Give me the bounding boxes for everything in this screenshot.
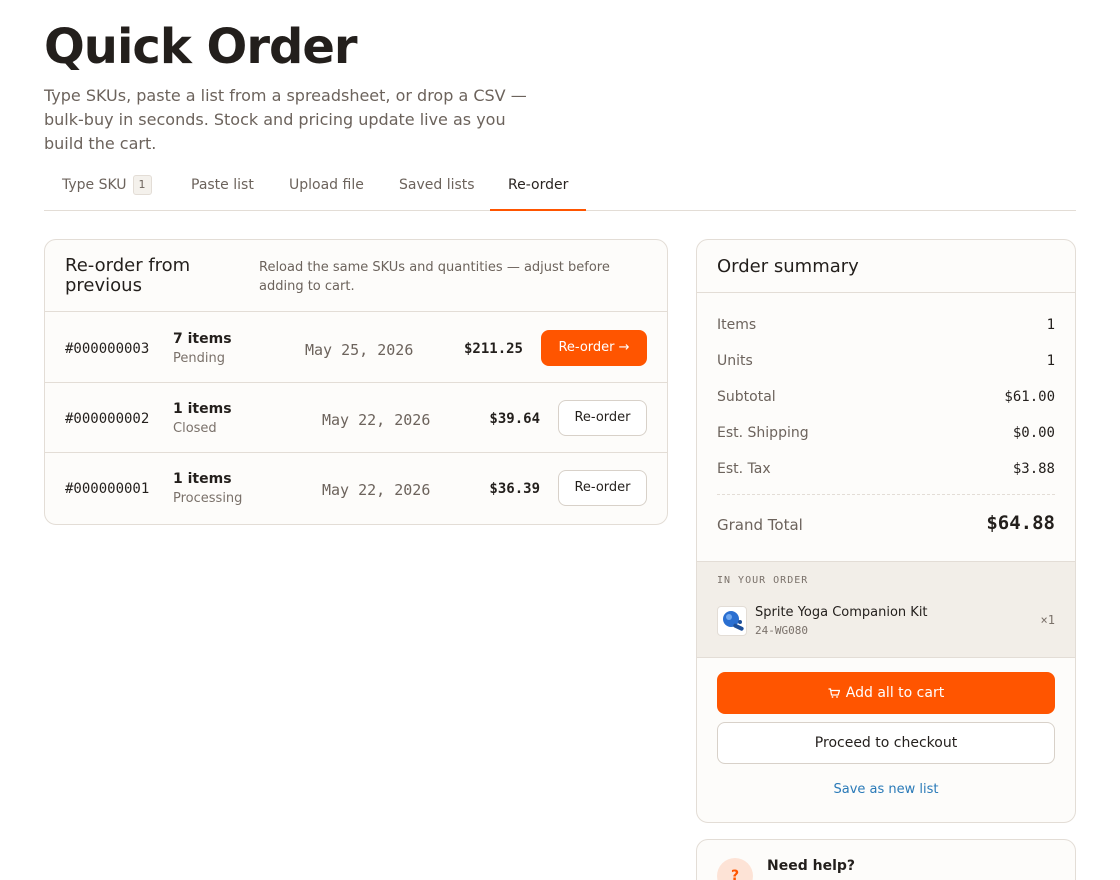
reorder-card-header: Re-order from previous Reload the same S… [45, 240, 667, 312]
help-question-icon: ? [717, 858, 753, 880]
tab-label: Paste list [191, 177, 254, 193]
proceed-to-checkout-button[interactable]: Proceed to checkout [717, 722, 1055, 764]
order-number: #000000001 [65, 481, 150, 497]
help-title: Need help? [767, 858, 856, 874]
summary-row-units: Units 1 [717, 351, 1055, 371]
cart-icon [828, 688, 840, 698]
grand-total-label: Grand Total [717, 516, 803, 534]
product-name[interactable]: Sprite Yoga Companion Kit [755, 605, 928, 620]
order-total: $211.25 [463, 341, 523, 357]
order-number: #000000003 [65, 341, 150, 357]
in-your-order-label: IN YOUR ORDER [717, 575, 809, 586]
order-mode-tabs: Type SKU 1 Paste list Upload file Saved l… [44, 162, 1076, 211]
reorder-button[interactable]: Re-order [558, 470, 647, 506]
order-date: May 25, 2026 [305, 341, 414, 359]
summary-label: Items [717, 317, 757, 333]
reorder-button[interactable]: Re-order → [541, 330, 647, 366]
tab-label: Saved lists [399, 177, 475, 193]
order-summary-card: Order summary Items 1 Units 1 Subtotal $… [696, 239, 1076, 823]
order-number: #000000002 [65, 411, 150, 427]
yoga-kit-thumbnail-icon [717, 606, 747, 636]
order-row: #000000001 1 items Processing May 22, 20… [45, 453, 667, 523]
order-summary-title: Order summary [717, 256, 859, 277]
summary-value: 1 [1046, 353, 1055, 369]
tab-paste-list[interactable]: Paste list [173, 162, 272, 211]
reorder-description: Reload the same SKUs and quantities — ad… [259, 260, 610, 294]
order-status: Closed [173, 421, 217, 436]
summary-label: Est. Shipping [717, 425, 809, 441]
grand-total-value: $64.88 [986, 512, 1055, 534]
order-date: May 22, 2026 [322, 411, 431, 429]
summary-value: $0.00 [1012, 425, 1055, 441]
reorder-title: Re-order from previous [65, 255, 191, 296]
order-item-count: 1 items [173, 401, 232, 417]
save-as-new-list-link[interactable]: Save as new list [697, 782, 1075, 797]
order-status: Pending [173, 351, 225, 366]
page-title: Quick Order [44, 19, 358, 75]
tab-count-badge: 1 [132, 175, 152, 195]
summary-row-tax: Est. Tax $3.88 [717, 459, 1055, 479]
summary-value: $3.88 [1012, 461, 1055, 477]
tab-re-order[interactable]: Re-order [490, 162, 587, 211]
summary-label: Subtotal [717, 389, 776, 405]
tab-saved-lists[interactable]: Saved lists [381, 162, 493, 211]
product-quantity: ×1 [1040, 613, 1055, 627]
tab-label: Type SKU [62, 177, 127, 193]
order-total: $39.64 [489, 411, 540, 427]
order-row: #000000003 7 items Pending May 25, 2026 … [45, 313, 667, 383]
summary-value: 1 [1046, 317, 1055, 333]
order-item-count: 1 items [173, 471, 232, 487]
help-card: ? Need help? [696, 839, 1076, 880]
add-all-to-cart-label: Add all to cart [845, 685, 945, 701]
summary-row-subtotal: Subtotal $61.00 [717, 387, 1055, 407]
add-all-to-cart-button[interactable]: Add all to cart [717, 672, 1055, 714]
tab-type-sku[interactable]: Type SKU 1 [44, 162, 170, 211]
tab-upload-file[interactable]: Upload file [271, 162, 382, 211]
summary-value: $61.00 [1004, 389, 1055, 405]
order-row: #000000002 1 items Closed May 22, 2026 $… [45, 383, 667, 453]
summary-label: Units [717, 353, 753, 369]
reorder-card: Re-order from previous Reload the same S… [44, 239, 668, 525]
product-sku: 24-WG080 [755, 624, 808, 637]
in-your-order-section: IN YOUR ORDER Sprite Yoga Companion Kit … [697, 561, 1075, 658]
order-status: Processing [173, 491, 243, 506]
summary-label: Est. Tax [717, 461, 771, 477]
order-total: $36.39 [489, 481, 540, 497]
summary-divider [717, 494, 1055, 495]
summary-row-items: Items 1 [717, 315, 1055, 335]
order-item-count: 7 items [173, 331, 232, 347]
reorder-button[interactable]: Re-order [558, 400, 647, 436]
tab-label: Upload file [289, 177, 364, 193]
page-subtitle: Type SKUs, paste a list from a spreadshe… [44, 86, 527, 153]
order-date: May 22, 2026 [322, 481, 431, 499]
tab-label: Re-order [508, 177, 569, 193]
summary-row-shipping: Est. Shipping $0.00 [717, 423, 1055, 443]
order-summary-header: Order summary [697, 240, 1075, 293]
